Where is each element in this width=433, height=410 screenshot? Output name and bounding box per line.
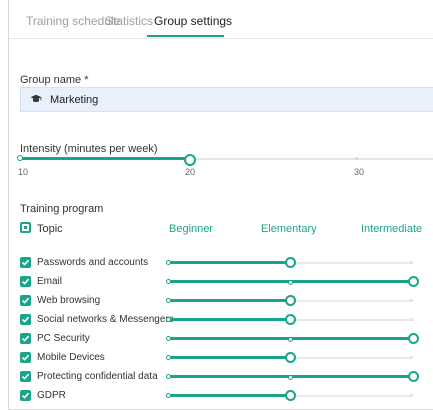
topic-level-slider-handle[interactable] — [408, 333, 419, 344]
topic-level-slider-start-dot — [166, 298, 171, 303]
topic-level-slider-handle[interactable] — [285, 352, 296, 363]
checkmark-icon — [21, 278, 30, 285]
intensity-label: Intensity (minutes per week) — [20, 143, 158, 155]
topic-level-slider-end-dot — [410, 318, 413, 321]
topic-label: Mobile Devices — [37, 352, 105, 363]
topic-label: PC Security — [37, 333, 90, 344]
group-name-field — [20, 87, 433, 112]
level-header-elementary: Elementary — [261, 223, 317, 235]
topic-level-slider-fill — [167, 356, 290, 359]
topic-level-slider-end-dot — [410, 356, 413, 359]
topic-level-slider-start-dot — [166, 355, 171, 360]
select-all-topics-checkbox[interactable] — [20, 222, 31, 233]
topic-column-header: Topic — [37, 223, 63, 235]
topic-level-slider-handle[interactable] — [285, 295, 296, 306]
checkmark-icon — [21, 297, 30, 304]
topic-level-slider-fill — [167, 299, 290, 302]
topic-level-slider-start-dot — [166, 336, 171, 341]
topic-level-slider-fill — [167, 318, 290, 321]
topic-level-slider-end-dot — [410, 394, 413, 397]
topic-level-slider-step-dot — [288, 375, 293, 380]
topic-label: Protecting confidential data — [37, 371, 158, 382]
checkmark-icon — [21, 335, 30, 342]
intensity-slider-fill — [20, 157, 190, 160]
topic-level-slider-handle[interactable] — [408, 276, 419, 287]
intensity-slider-start-dot — [17, 155, 23, 161]
topic-checkbox[interactable] — [20, 352, 31, 363]
topic-level-slider-start-dot — [166, 279, 171, 284]
topic-level-slider-handle[interactable] — [285, 257, 296, 268]
level-header-intermediate: Intermediate — [361, 223, 423, 235]
checkmark-icon — [21, 354, 30, 361]
topic-label: Passwords and accounts — [37, 257, 149, 268]
topic-label: Social networks & Messengers — [37, 314, 174, 325]
topic-level-slider-fill — [167, 261, 290, 264]
intensity-tick-label: 10 — [18, 167, 29, 177]
training-program-label: Training program — [20, 203, 104, 215]
topic-level-slider-end-dot — [410, 261, 413, 264]
group-name-label: Group name * — [20, 74, 89, 86]
topic-level-slider-handle[interactable] — [285, 314, 296, 325]
topic-checkbox[interactable] — [20, 333, 31, 344]
group-settings-panel: Training schedule Statistics Group setti… — [8, 0, 433, 410]
topic-checkbox[interactable] — [20, 371, 31, 382]
topic-checkbox[interactable] — [20, 314, 31, 325]
active-tab-indicator — [147, 35, 224, 37]
topic-level-slider-step-dot — [288, 337, 293, 342]
tab-bar: Training schedule Statistics Group setti… — [9, 0, 433, 39]
topic-checkbox[interactable] — [20, 276, 31, 287]
tab-statistics[interactable]: Statistics — [105, 14, 153, 28]
topic-label: Web browsing — [37, 295, 101, 306]
level-header-beginner: Beginner — [169, 223, 214, 235]
topic-level-slider-start-dot — [166, 260, 171, 265]
intensity-slider-step-dot — [355, 157, 358, 160]
topic-checkbox[interactable] — [20, 295, 31, 306]
graduation-cap-icon — [30, 94, 42, 102]
topic-level-slider-handle[interactable] — [285, 390, 296, 401]
checkmark-icon — [21, 373, 30, 380]
checkmark-icon — [21, 316, 30, 323]
intensity-tick-label: 20 — [185, 167, 196, 177]
topic-level-slider-handle[interactable] — [408, 371, 419, 382]
topic-level-slider-start-dot — [166, 317, 171, 322]
tab-group-settings[interactable]: Group settings — [154, 14, 232, 28]
intensity-slider-handle[interactable] — [184, 154, 196, 166]
topic-level-slider-fill — [167, 394, 290, 397]
topic-level-slider-step-dot — [288, 280, 293, 285]
intensity-tick-label: 30 — [354, 167, 365, 177]
topic-checkbox[interactable] — [20, 390, 31, 401]
topic-label: Email — [37, 276, 63, 287]
topic-checkbox[interactable] — [20, 257, 31, 268]
topic-level-slider-end-dot — [410, 299, 413, 302]
group-name-input[interactable] — [50, 91, 410, 108]
topic-level-slider-start-dot — [166, 374, 171, 379]
topic-level-slider-start-dot — [166, 393, 171, 398]
topic-label: GDPR — [37, 390, 66, 401]
checkmark-icon — [21, 259, 30, 266]
checkmark-icon — [21, 392, 30, 399]
